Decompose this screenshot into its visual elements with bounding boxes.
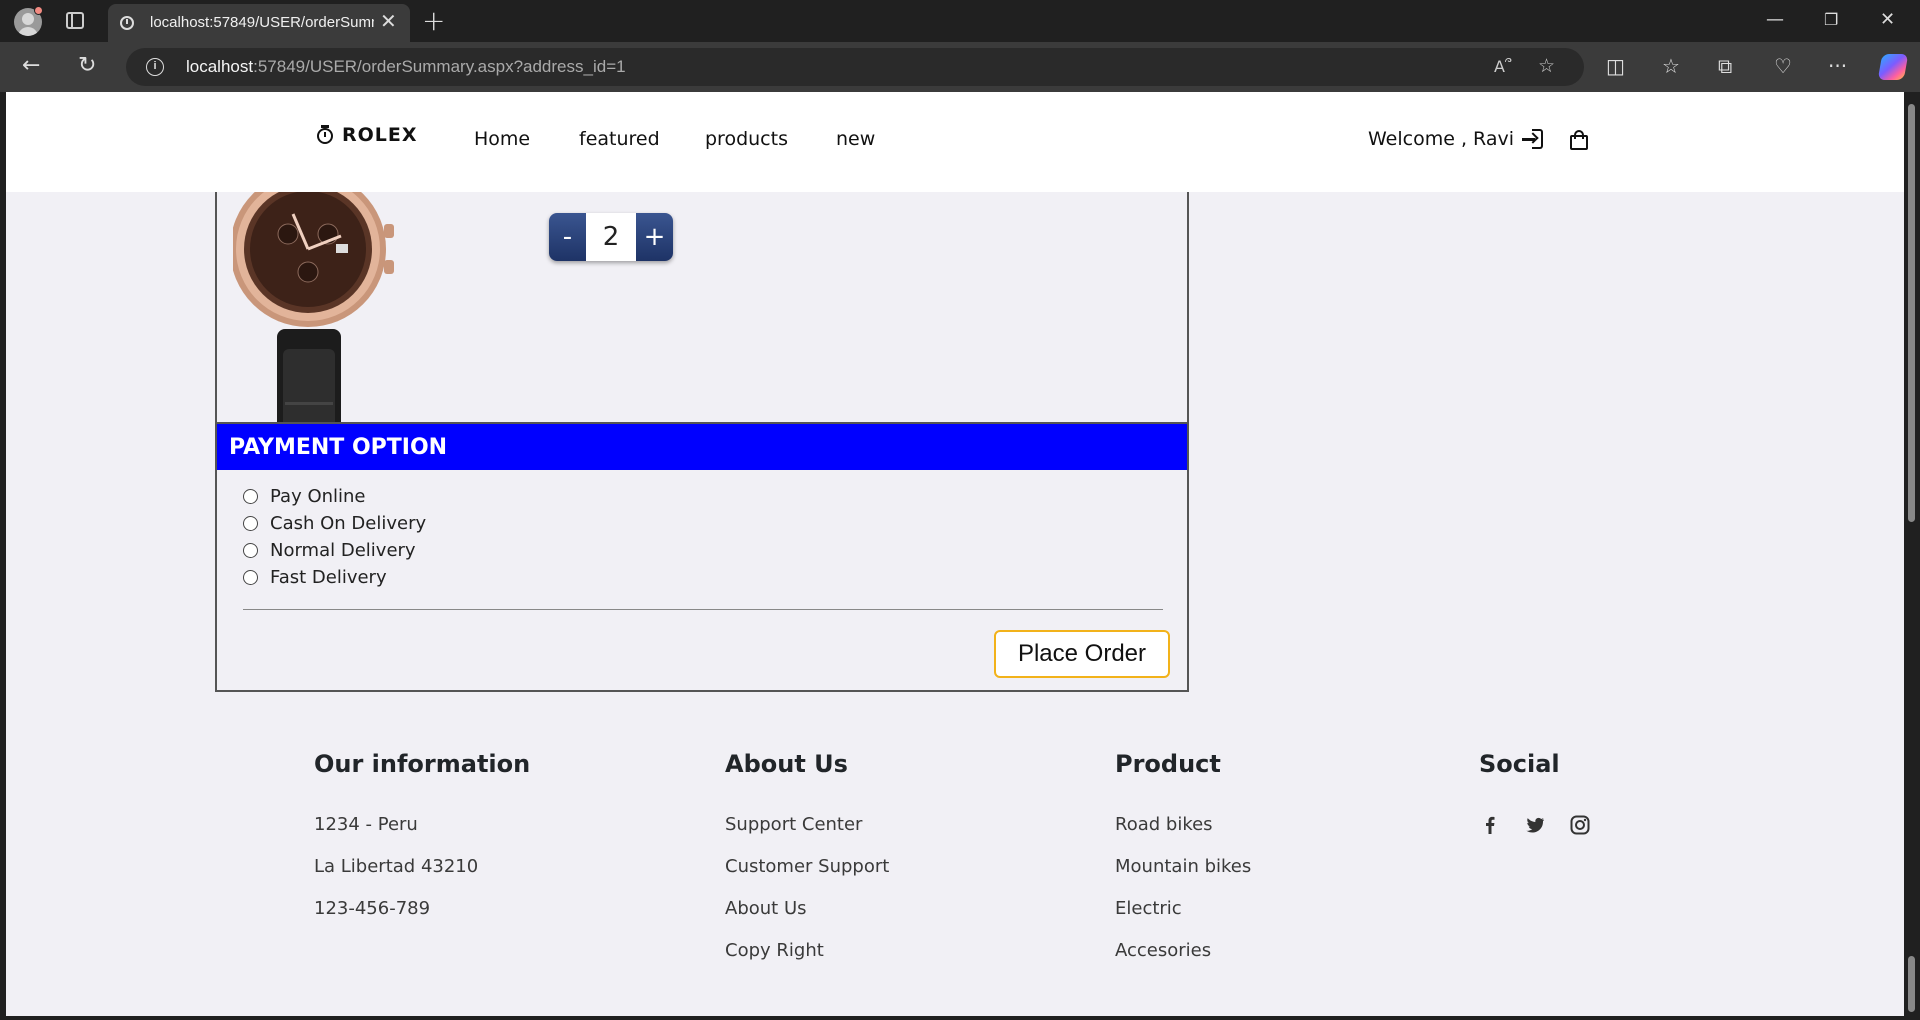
footer-phone-line: 123-456-789 (314, 898, 431, 919)
pay-online-label: Pay Online (270, 486, 366, 507)
split-screen-icon[interactable]: ◫ (1606, 53, 1625, 79)
more-menu-icon[interactable]: ··· (1828, 53, 1847, 79)
footer-link-support-center[interactable]: Support Center (725, 814, 862, 835)
scrollbar-thumb[interactable] (1908, 104, 1915, 522)
increase-quantity-button[interactable]: + (636, 213, 673, 261)
site-header: ROLEX Home featured products new Welcome… (6, 92, 1904, 192)
notification-dot (34, 6, 43, 15)
back-icon[interactable]: ← (22, 54, 40, 78)
browser-tab-active[interactable]: localhost:57849/USER/orderSummary.aspx?a… (108, 4, 410, 42)
twitter-icon[interactable] (1524, 814, 1546, 836)
refresh-icon[interactable]: ↻ (78, 54, 96, 78)
nav-featured-link[interactable]: featured (579, 128, 660, 150)
footer-city-line: La Libertad 43210 (314, 856, 479, 877)
cash-on-delivery-radio[interactable] (243, 516, 258, 531)
site-logo[interactable]: ROLEX (316, 124, 418, 146)
pay-online-radio[interactable] (243, 489, 258, 504)
restore-icon[interactable]: ❐ (1824, 8, 1838, 32)
browser-tab-bar: localhost:57849/USER/orderSummary.aspx?a… (0, 0, 1920, 42)
collections-icon[interactable]: ⧉ (1718, 53, 1732, 79)
footer-social-title: Social (1479, 750, 1560, 778)
nav-new-link[interactable]: new (836, 128, 875, 150)
payment-option-panel: PAYMENT OPTION Pay Online Cash On Delive… (215, 422, 1189, 692)
window-close-icon[interactable]: ✕ (1880, 8, 1895, 32)
logout-icon[interactable] (1522, 128, 1544, 150)
quantity-value: 2 (586, 213, 636, 261)
site-info-icon[interactable]: i (146, 58, 164, 76)
place-order-button[interactable]: Place Order (994, 630, 1170, 678)
read-aloud-icon[interactable]: A՞ (1494, 57, 1511, 76)
footer-link-electric[interactable]: Electric (1115, 898, 1182, 919)
decrease-quantity-button[interactable]: - (549, 213, 586, 261)
scrollbar-thumb-lower (1908, 956, 1915, 1012)
facebook-icon[interactable] (1479, 814, 1501, 836)
watch-logo-icon (316, 125, 334, 145)
normal-delivery-radio[interactable] (243, 543, 258, 558)
footer-link-copy-right[interactable]: Copy Right (725, 940, 824, 961)
page-viewport: - 2 + ROLEX Home featured products new W… (6, 92, 1904, 1016)
tab-actions-icon[interactable] (66, 12, 84, 29)
minimize-icon[interactable]: — (1766, 8, 1784, 32)
divider (243, 609, 1163, 610)
payment-option-title: PAYMENT OPTION (217, 424, 1187, 470)
normal-delivery-label: Normal Delivery (270, 540, 416, 561)
footer-link-accesories[interactable]: Accesories (1115, 940, 1211, 961)
payment-option-cod[interactable]: Cash On Delivery (243, 513, 426, 534)
footer-link-mountain-bikes[interactable]: Mountain bikes (1115, 856, 1251, 877)
tab-close-icon[interactable]: ✕ (380, 11, 397, 31)
address-bar[interactable]: i localhost:57849/USER/orderSummary.aspx… (126, 48, 1584, 86)
quantity-stepper: - 2 + (549, 213, 673, 261)
tab-title: localhost:57849/USER/orderSummary.aspx?a… (150, 14, 374, 31)
copilot-icon[interactable] (1877, 54, 1909, 80)
nav-home-link[interactable]: Home (474, 128, 530, 150)
favorites-icon[interactable]: ☆ (1662, 53, 1680, 79)
payment-option-normal-delivery[interactable]: Normal Delivery (243, 540, 416, 561)
fast-delivery-label: Fast Delivery (270, 567, 387, 588)
watch-favicon-icon (120, 16, 134, 30)
footer-about-title: About Us (725, 750, 848, 778)
watch-product-image (233, 164, 394, 454)
new-tab-icon[interactable]: + (422, 6, 445, 36)
payment-option-fast-delivery[interactable]: Fast Delivery (243, 567, 387, 588)
browser-health-icon[interactable]: ♡ (1774, 53, 1792, 79)
payment-option-pay-online[interactable]: Pay Online (243, 486, 366, 507)
footer-address-line: 1234 - Peru (314, 814, 418, 835)
welcome-user-text: Welcome , Ravi (1368, 128, 1514, 150)
nav-products-link[interactable]: products (705, 128, 788, 150)
footer-link-customer-support[interactable]: Customer Support (725, 856, 889, 877)
fast-delivery-radio[interactable] (243, 570, 258, 585)
footer-info-title: Our information (314, 750, 531, 778)
footer-link-about-us[interactable]: About Us (725, 898, 807, 919)
favorite-star-icon[interactable]: ☆ (1538, 55, 1555, 77)
logo-text: ROLEX (342, 124, 418, 146)
cash-on-delivery-label: Cash On Delivery (270, 513, 427, 534)
instagram-icon[interactable] (1569, 814, 1591, 836)
footer-link-road-bikes[interactable]: Road bikes (1115, 814, 1213, 835)
address-url: localhost:57849/USER/orderSummary.aspx?a… (186, 57, 626, 76)
browser-toolbar: ← ↻ i localhost:57849/USER/orderSummary.… (0, 42, 1920, 92)
page-scrollbar[interactable] (1904, 92, 1920, 1020)
footer-product-title: Product (1115, 750, 1221, 778)
shopping-bag-icon[interactable] (1570, 130, 1588, 150)
